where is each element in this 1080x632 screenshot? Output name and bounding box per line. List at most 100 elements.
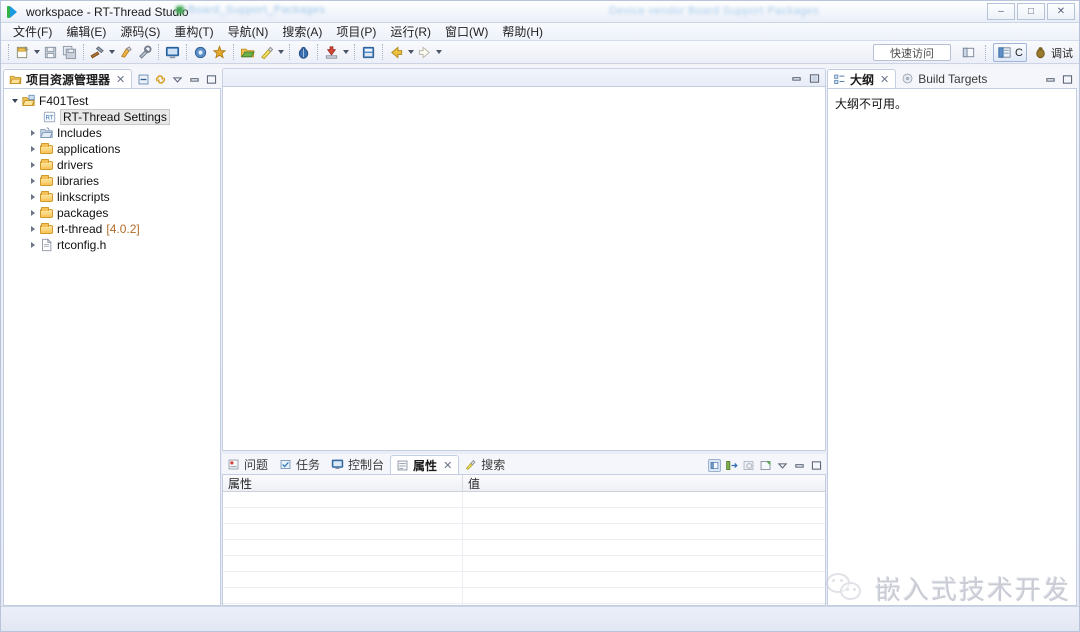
run-dropdown-arrow[interactable] <box>276 43 285 62</box>
tree-node-packages[interactable]: packages <box>4 205 220 221</box>
download-button[interactable] <box>322 43 341 62</box>
column-header-value[interactable]: 值 <box>463 475 480 491</box>
expand-twisty-icon[interactable] <box>26 237 39 253</box>
run-button[interactable] <box>257 43 276 62</box>
tree-label: applications <box>57 142 121 156</box>
build-button[interactable] <box>88 43 107 62</box>
expand-twisty-icon[interactable] <box>26 173 39 189</box>
header-file-icon <box>42 238 52 252</box>
terminal-button[interactable] <box>163 43 182 62</box>
tree-node-linkscripts[interactable]: linkscripts <box>4 189 220 205</box>
tab-build-targets[interactable]: Build Targets <box>896 69 993 88</box>
tree-node-applications[interactable]: applications <box>4 141 220 157</box>
back-button[interactable] <box>387 43 406 62</box>
perspective-debug-button[interactable]: 调试 <box>1030 43 1076 62</box>
maximize-view-icon[interactable] <box>205 73 218 86</box>
column-header-property[interactable]: 属性 <box>223 475 463 491</box>
tab-properties[interactable]: 属性 ✕ <box>390 455 460 474</box>
tree-node-drivers[interactable]: drivers <box>4 157 220 173</box>
sdk-manager-button[interactable] <box>210 43 229 62</box>
tree-node-libraries[interactable]: libraries <box>4 173 220 189</box>
close-button[interactable]: ✕ <box>1047 3 1075 20</box>
minimize-button[interactable]: – <box>987 3 1015 20</box>
expand-twisty-icon[interactable] <box>26 141 39 157</box>
table-row[interactable] <box>223 588 825 604</box>
back-dropdown-arrow[interactable] <box>406 43 415 62</box>
view-menu-icon[interactable] <box>776 459 789 472</box>
tab-console[interactable]: 控制台 <box>326 455 390 474</box>
arrow-right-icon <box>418 45 430 59</box>
expand-twisty-icon[interactable] <box>26 205 39 221</box>
menu-file[interactable]: 文件(F) <box>6 22 59 41</box>
close-icon[interactable]: ✕ <box>116 73 125 86</box>
save-button[interactable] <box>41 43 60 62</box>
quick-access-field[interactable]: 快速访问 <box>873 44 951 61</box>
debug-button[interactable] <box>294 43 313 62</box>
perspective-c-button[interactable]: C <box>993 43 1027 62</box>
tab-search[interactable]: 搜索 <box>459 455 511 474</box>
forward-button[interactable] <box>415 43 434 62</box>
table-row[interactable] <box>223 556 825 572</box>
pin-to-selection-icon[interactable] <box>759 459 772 472</box>
table-row[interactable] <box>223 492 825 508</box>
expand-twisty-icon[interactable] <box>8 93 21 109</box>
clean-button[interactable] <box>116 43 135 62</box>
tree-node-rt-thread-settings[interactable]: RT RT-Thread Settings <box>4 109 220 125</box>
configure-button[interactable] <box>135 43 154 62</box>
link-with-editor-icon[interactable] <box>154 73 167 86</box>
expand-twisty-icon[interactable] <box>26 157 39 173</box>
save-all-button[interactable] <box>60 43 79 62</box>
table-row[interactable] <box>223 524 825 540</box>
open-perspective-button[interactable] <box>959 43 978 62</box>
tree-node-f401test[interactable]: F401Test <box>4 93 220 109</box>
menu-navigate[interactable]: 导航(N) <box>221 22 276 41</box>
menu-run[interactable]: 运行(R) <box>383 22 438 41</box>
table-row[interactable] <box>223 540 825 556</box>
tab-outline[interactable]: 大纲 ✕ <box>827 69 897 88</box>
menu-source[interactable]: 源码(S) <box>113 22 167 41</box>
tree-node-rt-thread[interactable]: rt-thread [4.0.2] <box>4 221 220 237</box>
close-icon[interactable]: ✕ <box>880 73 889 86</box>
menu-help[interactable]: 帮助(H) <box>495 22 550 41</box>
flash-button[interactable] <box>191 43 210 62</box>
show-categories-icon[interactable] <box>708 459 721 472</box>
properties-table-body[interactable] <box>223 492 825 605</box>
maximize-view-icon[interactable] <box>810 459 823 472</box>
open-package-button[interactable] <box>238 43 257 62</box>
download-dropdown-arrow[interactable] <box>341 43 350 62</box>
tab-problems[interactable]: 问题 <box>222 455 274 474</box>
menu-window[interactable]: 窗口(W) <box>438 22 495 41</box>
menu-edit[interactable]: 编辑(E) <box>59 22 113 41</box>
restore-default-icon[interactable] <box>742 459 755 472</box>
tab-tasks[interactable]: 任务 <box>274 455 326 474</box>
tree-node-rtconfig-h[interactable]: rtconfig.h <box>4 237 220 253</box>
minimize-view-icon[interactable] <box>793 459 806 472</box>
show-advanced-icon[interactable] <box>725 459 738 472</box>
minimize-view-icon[interactable] <box>188 73 201 86</box>
menu-search[interactable]: 搜索(A) <box>275 22 329 41</box>
build-dropdown-arrow[interactable] <box>107 43 116 62</box>
resource-button[interactable] <box>359 43 378 62</box>
maximize-button[interactable]: □ <box>1017 3 1045 20</box>
table-row[interactable] <box>223 572 825 588</box>
tab-label: 问题 <box>244 458 269 472</box>
tree-node-includes[interactable]: Includes <box>4 125 220 141</box>
expand-twisty-icon[interactable] <box>26 221 39 237</box>
minimize-editor-icon[interactable] <box>790 72 803 85</box>
maximize-view-icon[interactable] <box>1061 73 1074 86</box>
tab-project-explorer[interactable]: 项目资源管理器 ✕ <box>3 69 133 88</box>
menu-refactor[interactable]: 重构(T) <box>167 22 220 41</box>
forward-dropdown-arrow[interactable] <box>434 43 443 62</box>
maximize-editor-icon[interactable] <box>808 72 821 85</box>
expand-twisty-icon[interactable] <box>26 125 39 141</box>
table-row[interactable] <box>223 508 825 524</box>
editor-canvas[interactable] <box>222 86 826 451</box>
close-icon[interactable]: ✕ <box>443 459 452 472</box>
collapse-all-icon[interactable] <box>137 73 150 86</box>
expand-twisty-icon[interactable] <box>26 189 39 205</box>
menu-project[interactable]: 项目(P) <box>329 22 383 41</box>
minimize-view-icon[interactable] <box>1044 73 1057 86</box>
new-button[interactable] <box>13 43 32 62</box>
new-dropdown-arrow[interactable] <box>32 43 41 62</box>
view-menu-icon[interactable] <box>171 73 184 86</box>
